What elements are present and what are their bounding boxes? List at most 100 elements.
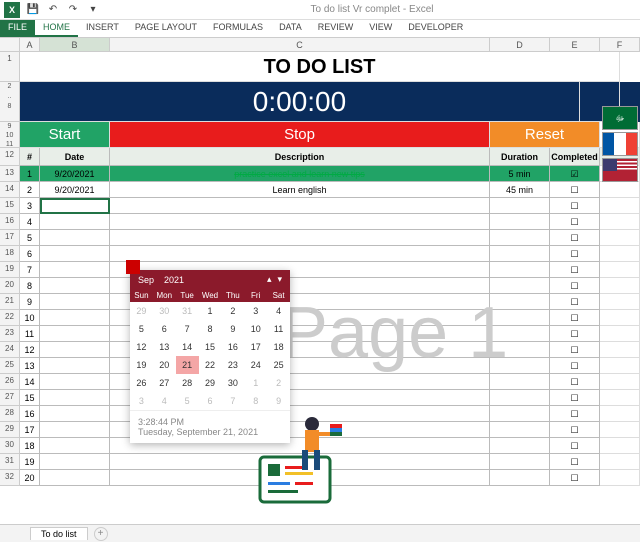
cell-num[interactable]: 2 bbox=[20, 182, 40, 198]
tab-formulas[interactable]: FORMULAS bbox=[205, 20, 271, 37]
datepicker-next-icon[interactable]: ▾ bbox=[277, 274, 282, 285]
cell-date[interactable] bbox=[40, 278, 110, 294]
cell-completed-checkbox[interactable]: ☐ bbox=[550, 246, 600, 262]
cell-num[interactable]: 9 bbox=[20, 294, 40, 310]
cell-completed-checkbox[interactable]: ☐ bbox=[550, 470, 600, 486]
cell-duration[interactable] bbox=[490, 278, 550, 294]
tab-insert[interactable]: INSERT bbox=[78, 20, 127, 37]
calendar-day[interactable]: 30 bbox=[153, 302, 176, 320]
col-header-e[interactable]: E bbox=[550, 38, 600, 51]
cell-duration[interactable] bbox=[490, 230, 550, 246]
add-sheet-button[interactable]: + bbox=[94, 527, 108, 541]
cell-duration[interactable] bbox=[490, 214, 550, 230]
cell-date[interactable] bbox=[40, 214, 110, 230]
save-icon[interactable]: 💾 bbox=[26, 3, 40, 17]
datepicker-year[interactable]: 2021 bbox=[164, 275, 184, 285]
cell-date[interactable] bbox=[40, 390, 110, 406]
calendar-day[interactable]: 11 bbox=[267, 320, 290, 338]
start-button[interactable]: Start bbox=[20, 122, 110, 148]
cell-date[interactable] bbox=[40, 422, 110, 438]
cell-completed-checkbox[interactable]: ☐ bbox=[550, 390, 600, 406]
row-header[interactable]: 32 bbox=[0, 470, 20, 486]
calendar-day[interactable]: 7 bbox=[176, 320, 199, 338]
cell-duration[interactable] bbox=[490, 454, 550, 470]
cell-duration[interactable] bbox=[490, 470, 550, 486]
cell-date[interactable] bbox=[40, 406, 110, 422]
tab-data[interactable]: DATA bbox=[271, 20, 310, 37]
cell-desc[interactable]: Learn english bbox=[110, 182, 490, 198]
calendar-day[interactable]: 16 bbox=[221, 338, 244, 356]
cell-desc[interactable] bbox=[110, 246, 490, 262]
cell-desc[interactable] bbox=[110, 214, 490, 230]
cell-duration[interactable] bbox=[490, 246, 550, 262]
calendar-day[interactable]: 20 bbox=[153, 356, 176, 374]
cell-num[interactable]: 10 bbox=[20, 310, 40, 326]
row-header[interactable]: 26 bbox=[0, 374, 20, 390]
cell-completed-checkbox[interactable]: ☐ bbox=[550, 230, 600, 246]
cell-desc[interactable] bbox=[110, 198, 490, 214]
col-header-f[interactable]: F bbox=[600, 38, 640, 51]
calendar-day[interactable]: 29 bbox=[130, 302, 153, 320]
cell-num[interactable]: 14 bbox=[20, 374, 40, 390]
calendar-day[interactable]: 31 bbox=[176, 302, 199, 320]
reset-button[interactable]: Reset bbox=[490, 122, 600, 148]
cell-duration[interactable]: 45 min bbox=[490, 182, 550, 198]
calendar-day[interactable]: 2 bbox=[267, 374, 290, 392]
calendar-day[interactable]: 3 bbox=[244, 302, 267, 320]
row-header[interactable]: 91011 bbox=[0, 122, 20, 148]
col-header-a[interactable]: A bbox=[20, 38, 40, 51]
cell-completed-checkbox[interactable]: ☐ bbox=[550, 406, 600, 422]
row-header[interactable]: 19 bbox=[0, 262, 20, 278]
cell-duration[interactable] bbox=[490, 390, 550, 406]
row-header[interactable]: 25 bbox=[0, 358, 20, 374]
calendar-day[interactable]: 10 bbox=[244, 320, 267, 338]
select-all-corner[interactable] bbox=[0, 38, 20, 51]
cell-completed-checkbox[interactable]: ☐ bbox=[550, 326, 600, 342]
cell-date[interactable] bbox=[40, 438, 110, 454]
customize-qat-icon[interactable]: ▾ bbox=[86, 3, 100, 17]
cell-completed-checkbox[interactable]: ☐ bbox=[550, 342, 600, 358]
row-header[interactable]: 28 bbox=[0, 406, 20, 422]
calendar-day[interactable]: 28 bbox=[176, 374, 199, 392]
cell-completed-checkbox[interactable]: ☐ bbox=[550, 422, 600, 438]
calendar-day[interactable]: 21 bbox=[176, 356, 199, 374]
row-header[interactable]: 29 bbox=[0, 422, 20, 438]
calendar-day[interactable]: 25 bbox=[267, 356, 290, 374]
date-picker[interactable]: Sep 2021 ▴ ▾ SunMonTueWedThuFriSat 29303… bbox=[130, 270, 290, 443]
cell-duration[interactable] bbox=[490, 326, 550, 342]
cell-num[interactable]: 7 bbox=[20, 262, 40, 278]
row-header[interactable]: 21 bbox=[0, 294, 20, 310]
cell-date[interactable]: 9/20/2021 bbox=[40, 182, 110, 198]
cell-duration[interactable] bbox=[490, 422, 550, 438]
calendar-day[interactable]: 29 bbox=[199, 374, 222, 392]
flag-saudi-arabia[interactable]: ﷻ bbox=[602, 106, 638, 130]
row-header[interactable]: 15 bbox=[0, 198, 20, 214]
cell-completed-checkbox[interactable]: ☑ bbox=[550, 166, 600, 182]
col-header-d[interactable]: D bbox=[490, 38, 550, 51]
stop-button[interactable]: Stop bbox=[110, 122, 490, 148]
calendar-day[interactable]: 4 bbox=[267, 302, 290, 320]
row-header[interactable]: 1 bbox=[0, 52, 20, 82]
calendar-day[interactable]: 3 bbox=[130, 392, 153, 410]
cell-completed-checkbox[interactable]: ☐ bbox=[550, 374, 600, 390]
cell-num[interactable]: 6 bbox=[20, 246, 40, 262]
calendar-day[interactable]: 18 bbox=[267, 338, 290, 356]
datepicker-prev-icon[interactable]: ▴ bbox=[267, 274, 272, 285]
cell-num[interactable]: 16 bbox=[20, 406, 40, 422]
flag-france[interactable] bbox=[602, 132, 638, 156]
row-header[interactable]: 30 bbox=[0, 438, 20, 454]
cell-date[interactable]: 9/20/2021 bbox=[40, 166, 110, 182]
tab-page-layout[interactable]: PAGE LAYOUT bbox=[127, 20, 205, 37]
datepicker-month[interactable]: Sep bbox=[138, 275, 154, 285]
cell-duration[interactable] bbox=[490, 262, 550, 278]
cell-desc[interactable]: practice excel and learn new tips bbox=[110, 166, 490, 182]
row-header[interactable]: 18 bbox=[0, 246, 20, 262]
cell-duration[interactable] bbox=[490, 310, 550, 326]
cell-duration[interactable] bbox=[490, 358, 550, 374]
undo-icon[interactable]: ↶ bbox=[46, 3, 60, 17]
calendar-day[interactable]: 8 bbox=[199, 320, 222, 338]
row-header[interactable]: 23 bbox=[0, 326, 20, 342]
calendar-day[interactable]: 22 bbox=[199, 356, 222, 374]
row-header[interactable]: 17 bbox=[0, 230, 20, 246]
redo-icon[interactable]: ↷ bbox=[66, 3, 80, 17]
